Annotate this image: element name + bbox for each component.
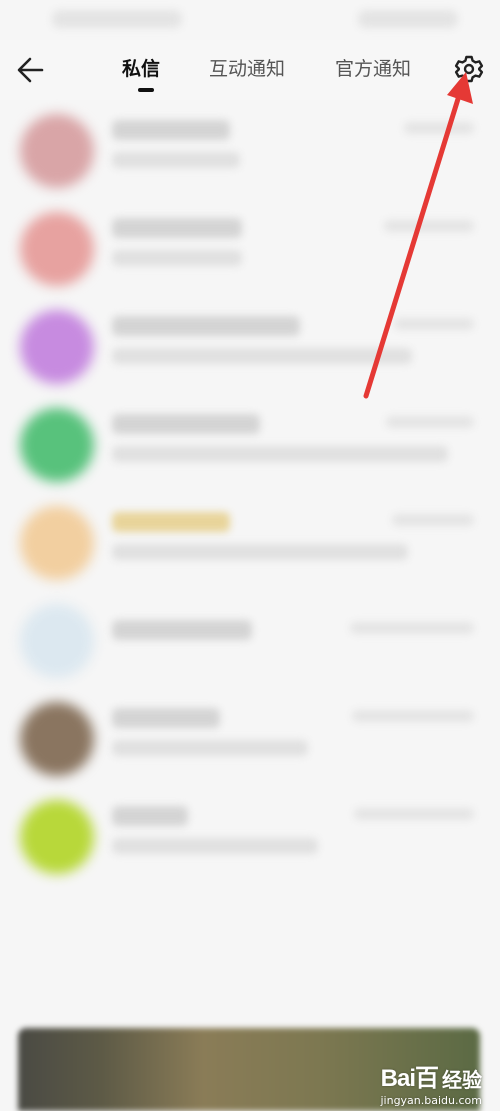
timestamp-blur (352, 710, 474, 722)
timestamp-blur (354, 808, 474, 820)
status-icons-blur (358, 10, 458, 28)
back-button[interactable] (12, 50, 52, 90)
conversation-row[interactable] (0, 396, 500, 494)
message-preview-blur (112, 544, 408, 560)
conversation-row[interactable] (0, 494, 500, 592)
avatar (20, 114, 94, 188)
conversation-row[interactable] (0, 200, 500, 298)
avatar (20, 506, 94, 580)
message-preview-blur (112, 740, 308, 756)
message-preview-blur (112, 152, 240, 168)
timestamp-blur (386, 416, 474, 428)
timestamp-blur (394, 318, 474, 330)
watermark-logo: Bai百 (380, 1065, 439, 1092)
arrow-left-icon (17, 57, 44, 83)
contact-name-blur (112, 218, 242, 238)
conversation-row[interactable] (0, 690, 500, 788)
message-preview-blur (112, 348, 412, 364)
timestamp-blur (404, 122, 474, 134)
conversation-row[interactable] (0, 298, 500, 396)
message-preview-blur (112, 446, 448, 462)
message-preview-blur (112, 250, 242, 266)
baidu-jingyan-watermark: Bai百 经验 jingyan.baidu.com (380, 1058, 482, 1107)
contact-name-blur (112, 708, 220, 728)
conversation-row[interactable] (0, 102, 500, 200)
active-tab-indicator (138, 88, 154, 92)
message-preview-blur (112, 838, 318, 854)
tab-interaction-notifications[interactable]: 互动通知 (209, 54, 285, 81)
contact-name-blur (112, 316, 300, 336)
avatar (20, 310, 94, 384)
avatar (20, 604, 94, 678)
contact-name-blur (112, 414, 260, 434)
contact-name-blur (112, 512, 230, 532)
watermark-brand: 经验 (442, 1068, 482, 1092)
contact-name-blur (112, 806, 188, 826)
status-bar (0, 0, 500, 40)
avatar (20, 702, 94, 776)
gear-icon (454, 55, 484, 83)
conversation-row[interactable] (0, 592, 500, 690)
timestamp-blur (392, 514, 474, 526)
watermark-url: jingyan.baidu.com (380, 1094, 482, 1107)
contact-name-blur (112, 120, 230, 140)
avatar (20, 800, 94, 874)
status-time-blur (52, 10, 182, 28)
message-header: 私信 互动通知 官方通知 (0, 40, 500, 100)
timestamp-blur (384, 220, 474, 232)
tab-private-messages[interactable]: 私信 (122, 54, 160, 81)
conversation-row[interactable] (0, 788, 500, 886)
avatar (20, 212, 94, 286)
avatar (20, 408, 94, 482)
contact-name-blur (112, 620, 252, 640)
settings-button[interactable] (452, 52, 486, 86)
timestamp-blur (350, 622, 474, 634)
tab-official-notifications[interactable]: 官方通知 (335, 54, 411, 81)
